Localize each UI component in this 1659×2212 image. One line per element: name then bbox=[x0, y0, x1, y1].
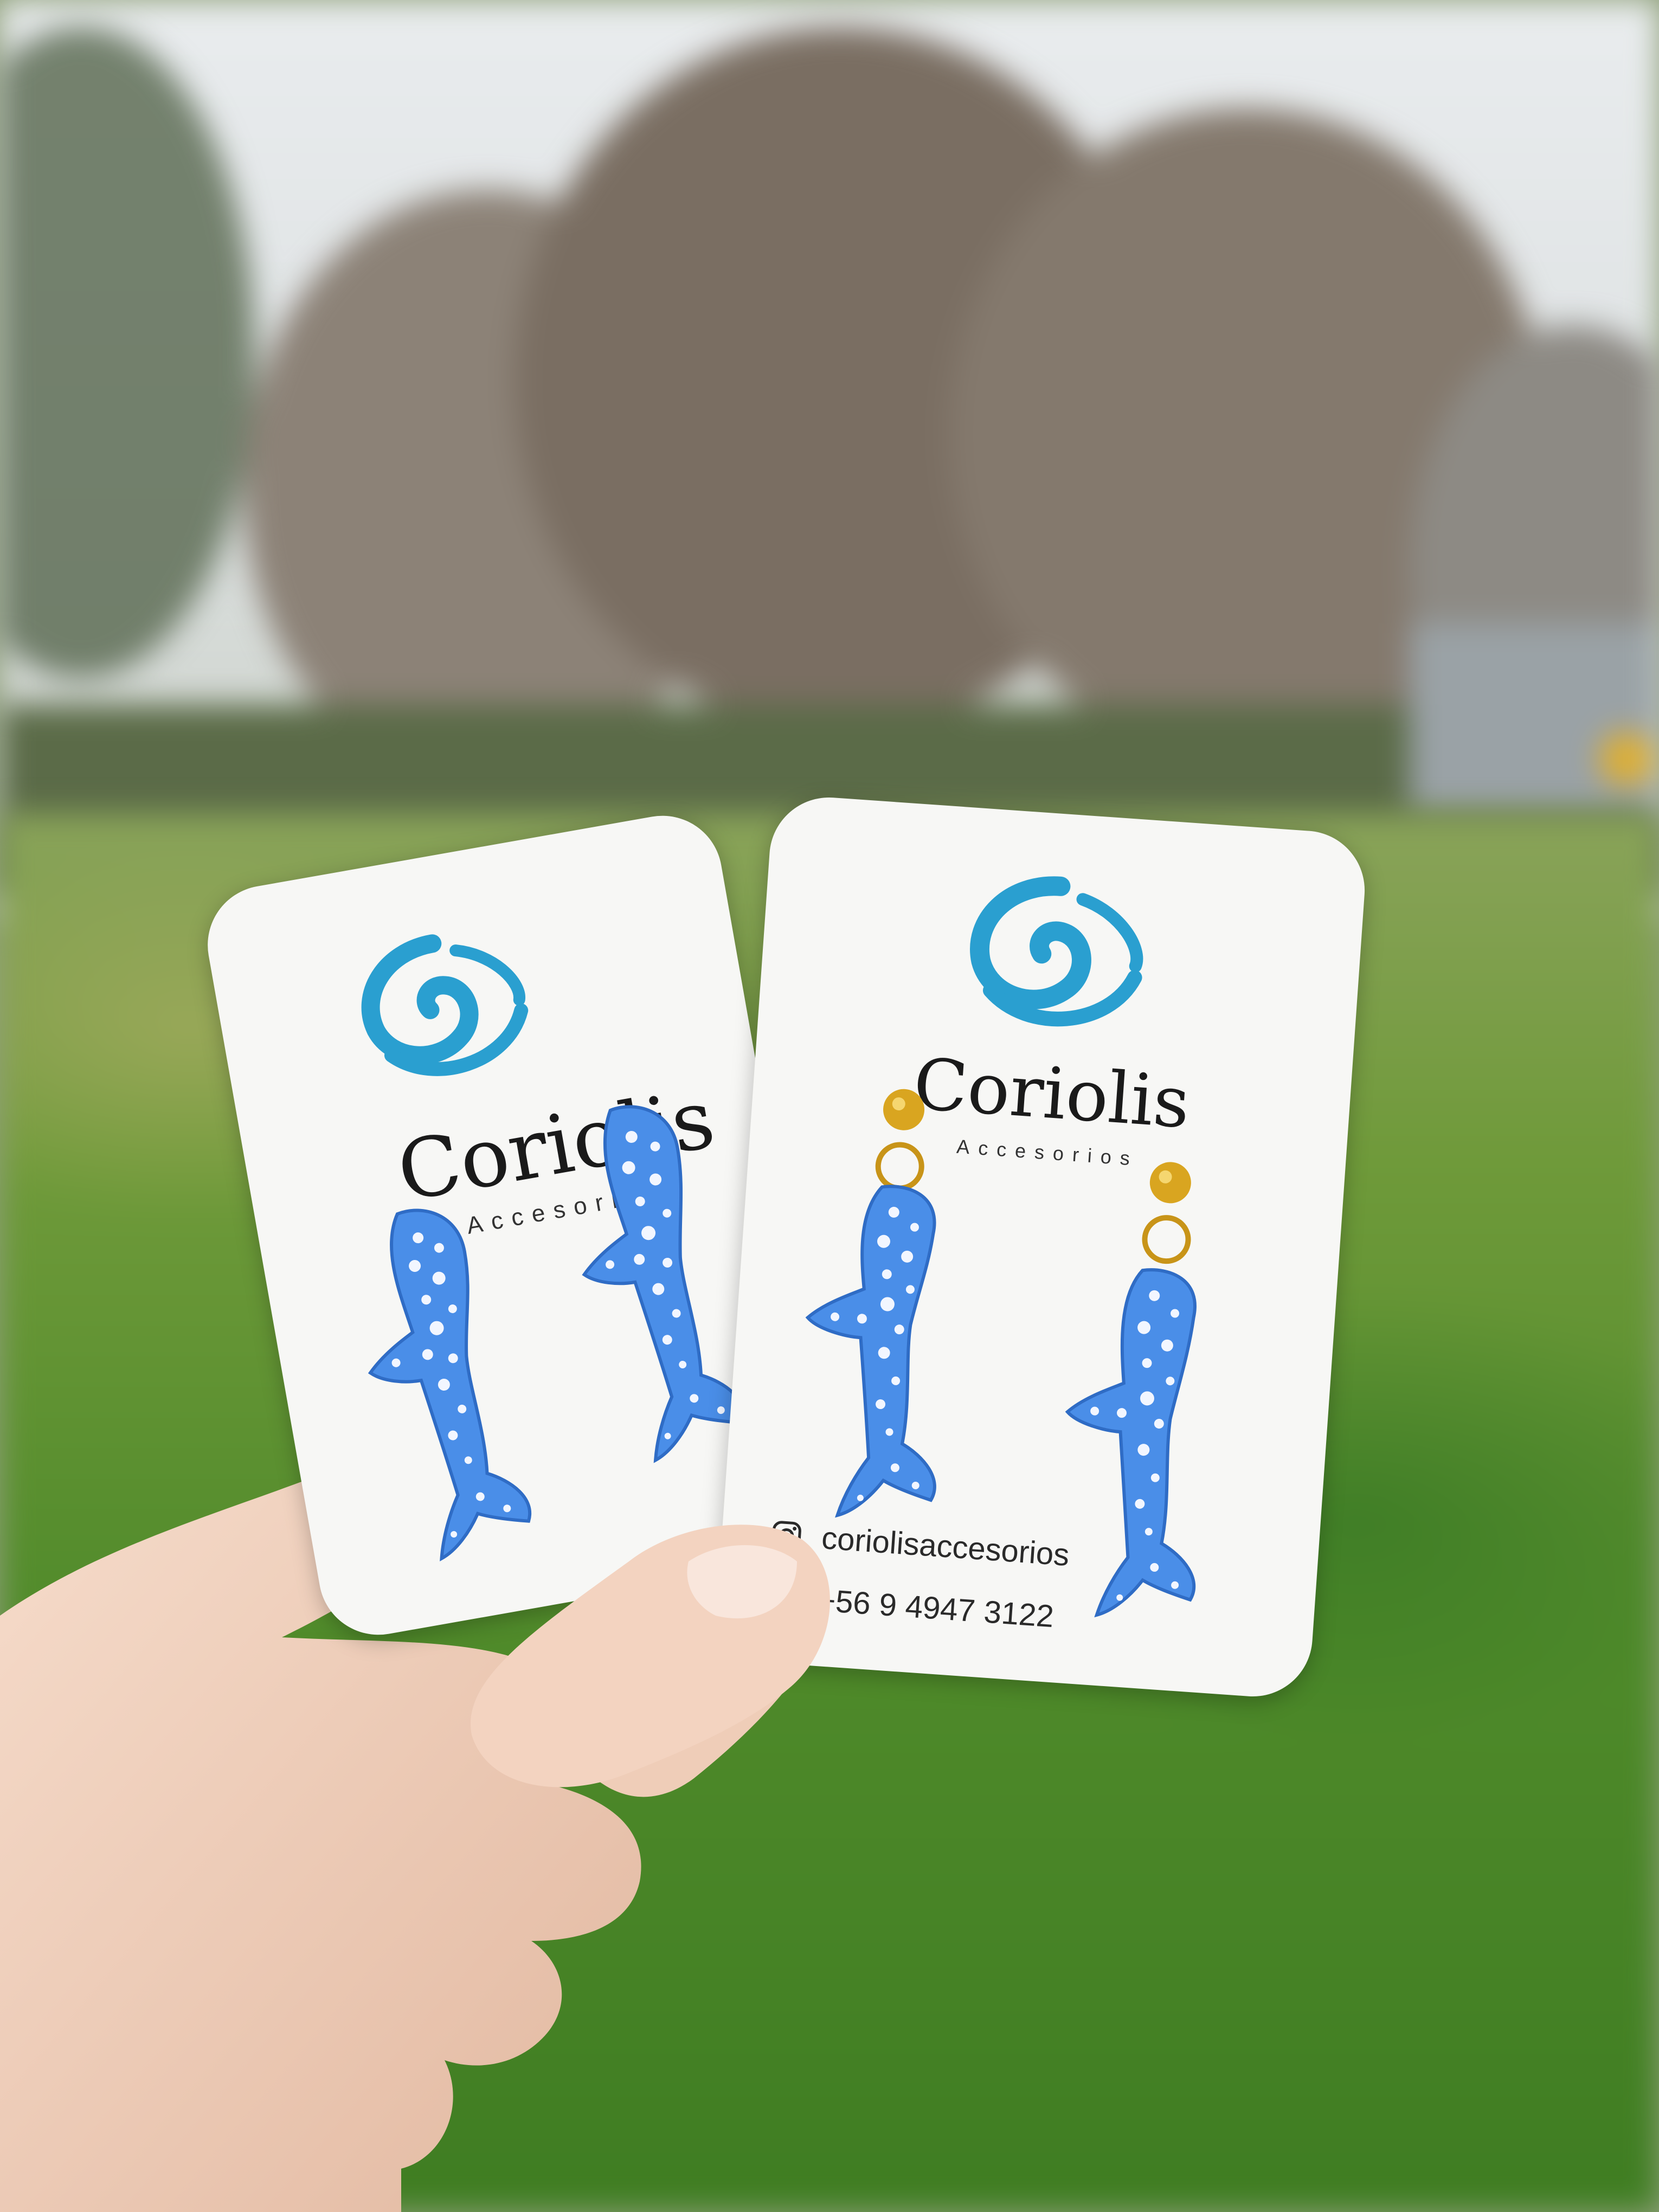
phone-number: +56 9 4947 3122 bbox=[765, 1578, 1055, 1635]
whale-shark-earring-left-1 bbox=[368, 1208, 531, 1561]
whatsapp-icon bbox=[767, 1583, 796, 1612]
phone-number-text: +56 9 4947 3122 bbox=[816, 1582, 1055, 1635]
whale-shark-dangle-earring-1 bbox=[805, 1185, 936, 1518]
instagram-icon bbox=[771, 1520, 801, 1551]
instagram-handle-text: coriolisaccesorios bbox=[820, 1520, 1071, 1573]
wave-logo-icon bbox=[970, 876, 1143, 1027]
photo-scene: Coriolis Accesorios Coriolis Accesorios … bbox=[0, 0, 1659, 2212]
whale-shark-dangle-earring-2 bbox=[1065, 1268, 1197, 1618]
wave-logo-icon bbox=[361, 934, 529, 1076]
earring-card-right: Coriolis Accesorios coriolisaccesorios +… bbox=[713, 793, 1369, 1701]
